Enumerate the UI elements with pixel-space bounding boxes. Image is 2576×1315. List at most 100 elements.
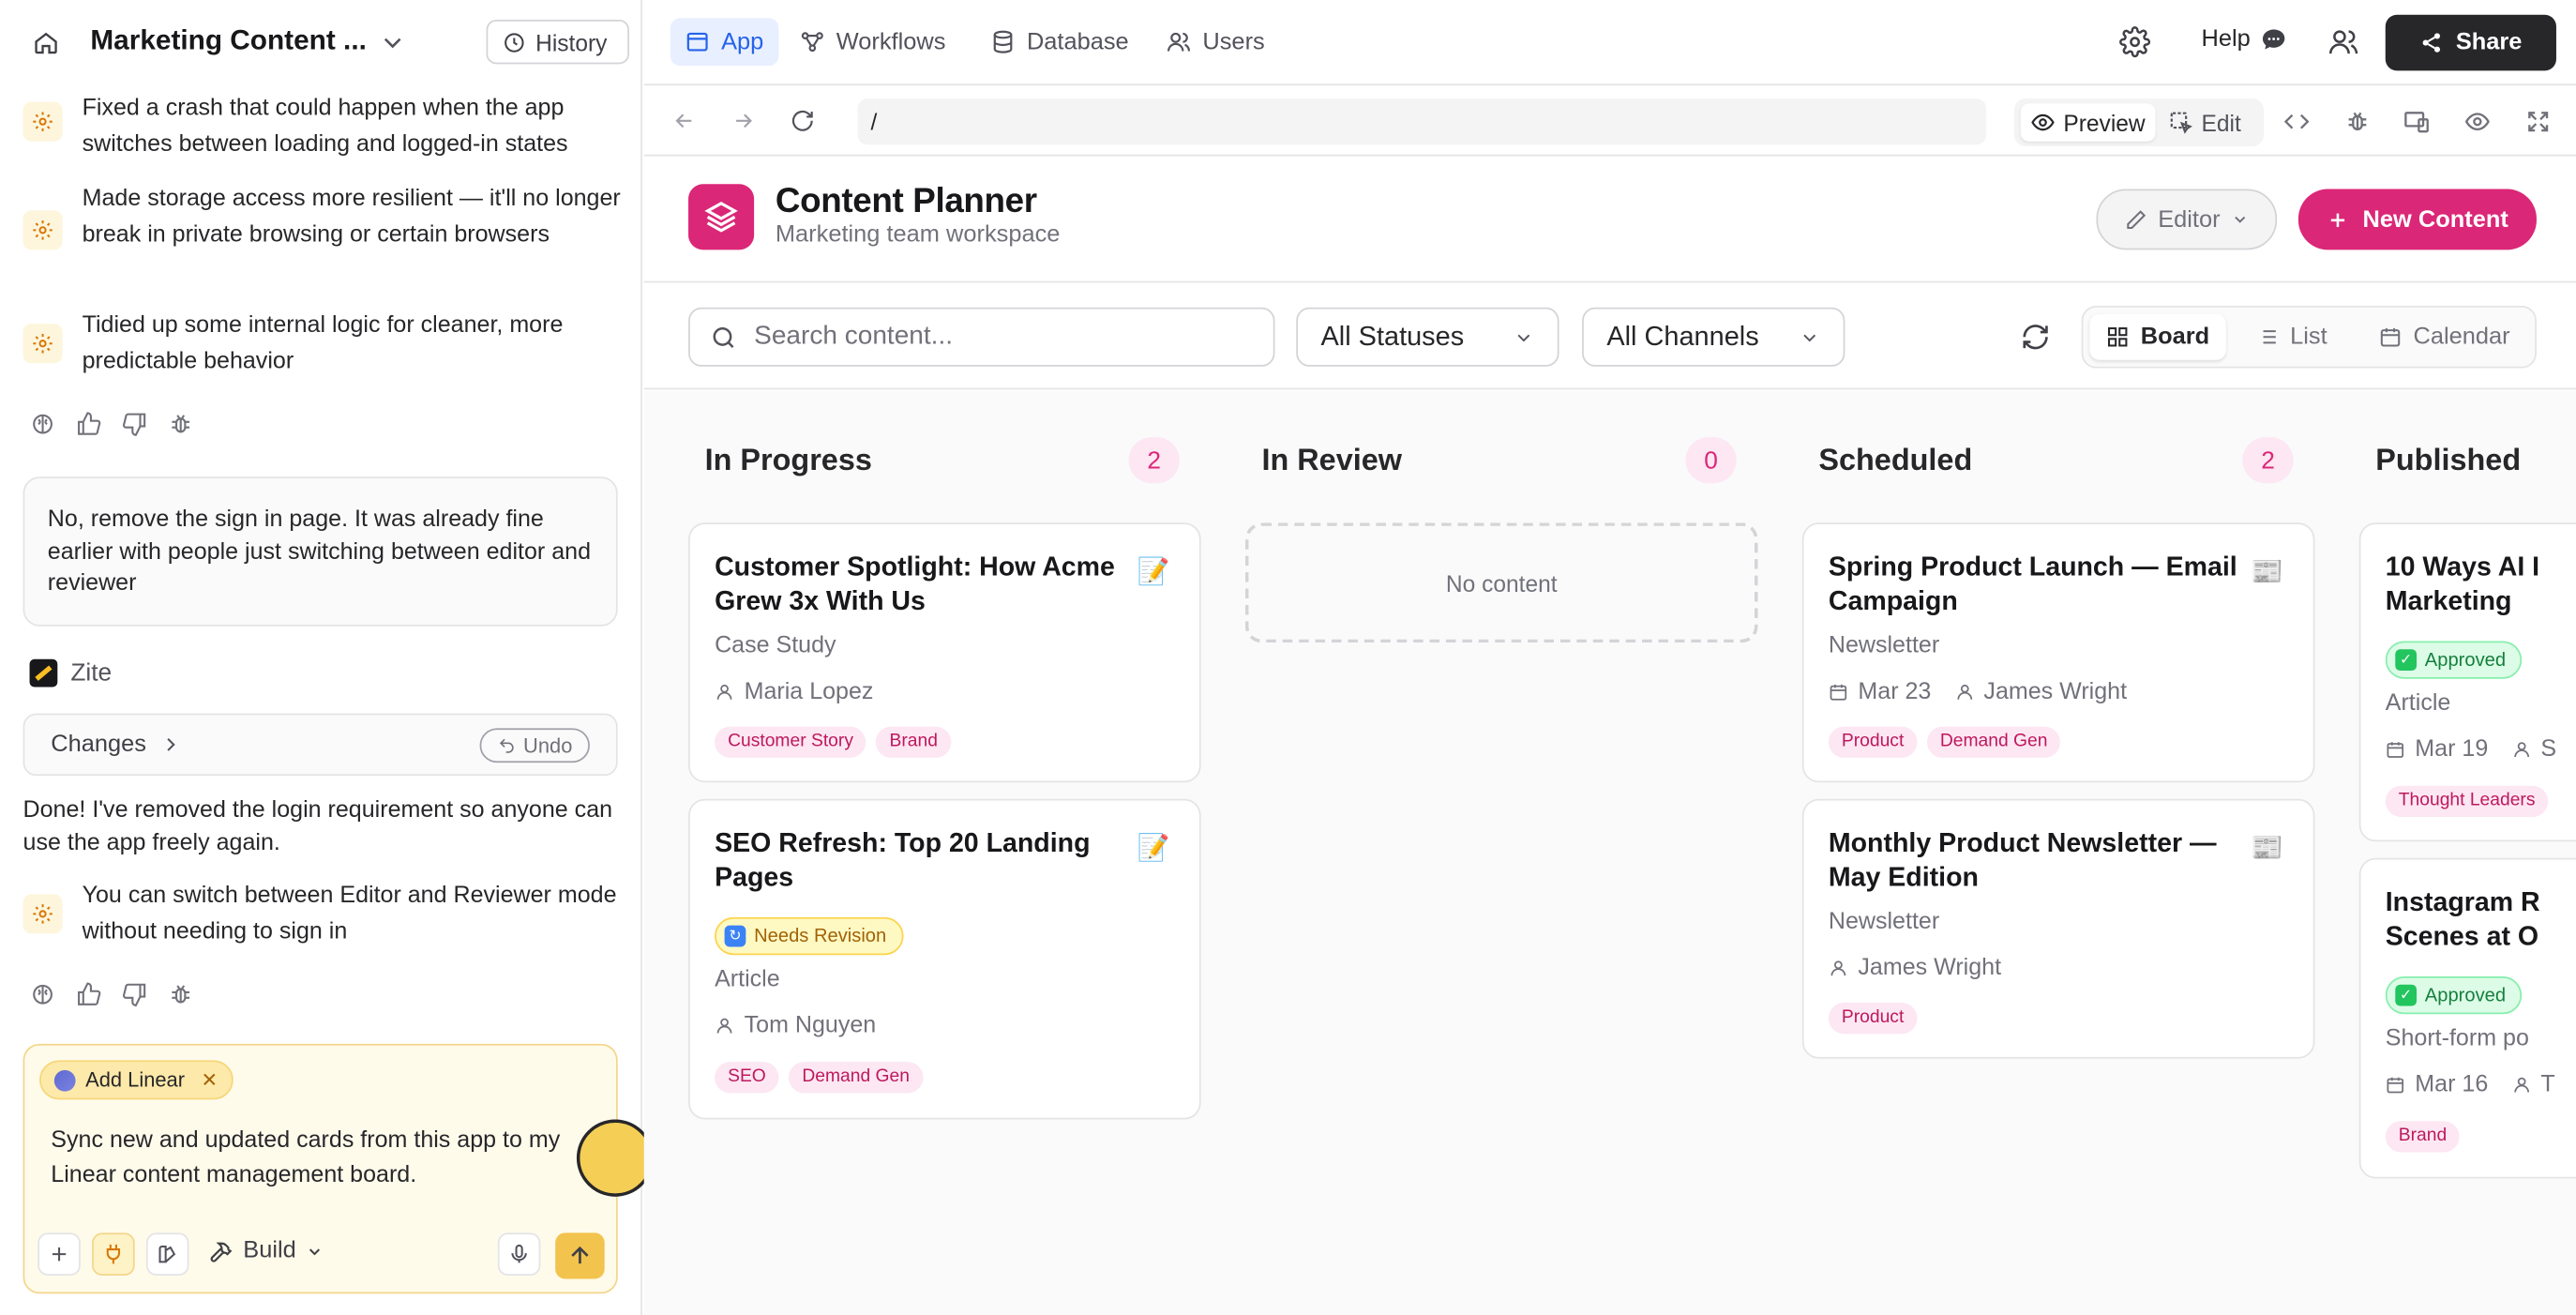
url-bar[interactable]: / — [857, 98, 1987, 145]
tab-app[interactable]: App — [670, 18, 779, 67]
message-text: Made storage access more resilient — it'… — [82, 186, 621, 248]
add-attachment-button[interactable] — [38, 1232, 81, 1276]
content-card[interactable]: SEO Refresh: Top 20 Landing Pages 📝 ↻ Ne… — [688, 798, 1201, 1120]
content-card[interactable]: Monthly Product Newsletter — May Edition… — [1801, 798, 2315, 1059]
refresh-icon[interactable] — [2021, 322, 2051, 352]
reload-icon[interactable] — [791, 109, 815, 133]
role-label: Editor — [2158, 205, 2221, 233]
responsive-icon[interactable] — [2403, 109, 2430, 135]
settings-gear-icon[interactable] — [2119, 26, 2151, 58]
card-tags: Thought Leaders — [2385, 785, 2549, 817]
brain-icon[interactable] — [30, 981, 56, 1007]
newspaper-icon: 📰 — [2251, 835, 2284, 864]
chevron-down-icon — [2235, 216, 2247, 223]
card-title: Monthly Product Newsletter — May Edition — [1828, 828, 2217, 892]
new-content-button[interactable]: New Content — [2297, 189, 2537, 250]
view-calendar-button[interactable]: Calendar — [2362, 314, 2526, 360]
users-icon — [1167, 32, 1191, 52]
app-header: Content Planner Marketing team workspace… — [643, 158, 2576, 283]
user-icon — [2513, 1077, 2529, 1093]
content-card[interactable]: Spring Product Launch — Email Campaign 📰… — [1801, 522, 2315, 783]
view-board-button[interactable]: Board — [2089, 313, 2226, 360]
integration-chip[interactable]: Add Linear ✕ — [39, 1060, 233, 1100]
thumbs-down-icon[interactable] — [122, 981, 148, 1007]
memo-icon: 📝 — [1137, 835, 1170, 864]
help-button[interactable]: Help — [2202, 26, 2287, 53]
database-icon — [993, 30, 1013, 53]
column-title: Published — [2375, 442, 2522, 477]
back-arrow-icon[interactable] — [672, 109, 697, 133]
code-icon[interactable] — [2283, 109, 2310, 135]
channel-filter[interactable]: All Channels — [1582, 307, 1845, 367]
card-tags: Brand — [2385, 1121, 2461, 1153]
select-cursor-icon — [2170, 112, 2192, 134]
chat-composer[interactable]: Add Linear ✕ Sync new and updated cards … — [23, 1043, 655, 1294]
preview-edit-toggle: Preview Edit — [2013, 98, 2265, 146]
microphone-button[interactable] — [497, 1232, 541, 1276]
gear-icon — [23, 324, 63, 364]
status-label: Approved — [2424, 985, 2507, 1005]
chevron-down-icon[interactable] — [378, 28, 408, 58]
palette-icon — [158, 1245, 176, 1263]
gear-icon — [23, 101, 63, 142]
content-card[interactable]: Instagram R Scenes at O ✓ Approved Short… — [2358, 857, 2576, 1179]
preview-button[interactable]: Preview — [2020, 103, 2156, 142]
card-tags: Customer Story Brand — [715, 726, 951, 758]
history-button[interactable]: History — [486, 20, 629, 65]
style-button[interactable] — [145, 1232, 189, 1276]
content-card[interactable]: Customer Spotlight: How Acme Grew 3x Wit… — [688, 522, 1201, 783]
content-card[interactable]: 10 Ways AI I Marketing ✓ Approved Articl… — [2358, 522, 2576, 842]
card-tags: SEO Demand Gen — [715, 1062, 923, 1094]
changes-panel[interactable]: Changes Undo — [23, 713, 618, 777]
tab-database[interactable]: Database — [976, 18, 1144, 66]
forward-arrow-icon[interactable] — [731, 109, 756, 133]
chevron-right-icon — [167, 738, 175, 751]
undo-button[interactable]: Undo — [479, 728, 590, 763]
card-meta: Mar 16 T — [2386, 1072, 2555, 1098]
edit-button[interactable]: Edit — [2159, 103, 2251, 141]
tab-workflows[interactable]: Workflows — [785, 18, 960, 66]
tab-users[interactable]: Users — [1152, 18, 1279, 66]
thumbs-up-icon[interactable] — [76, 981, 102, 1007]
memo-icon: 📝 — [1137, 558, 1170, 587]
home-icon[interactable] — [30, 26, 63, 59]
fullscreen-icon[interactable] — [2525, 109, 2552, 135]
tag: Product — [1828, 726, 1918, 758]
project-title[interactable]: Marketing Content ... — [90, 24, 367, 57]
user-management-icon[interactable] — [2327, 26, 2358, 57]
feedback-row — [30, 981, 194, 1007]
clock-icon — [505, 32, 524, 52]
column-count: 0 — [1685, 437, 1737, 484]
close-icon[interactable]: ✕ — [202, 1068, 218, 1092]
assistant-message: Fixed a crash that could happen when the… — [23, 92, 625, 162]
app-subtitle: Marketing team workspace — [775, 221, 1061, 249]
column-count: 2 — [1128, 437, 1180, 484]
eye-icon[interactable] — [2464, 109, 2491, 135]
linear-icon — [53, 1069, 76, 1091]
assignee-name: S — [2540, 736, 2557, 763]
bug-icon[interactable] — [168, 981, 194, 1007]
thumbs-down-icon[interactable] — [122, 411, 148, 437]
thumbs-up-icon[interactable] — [76, 411, 102, 437]
mode-select[interactable]: Build — [208, 1238, 324, 1264]
card-type: Newsletter — [1828, 632, 1940, 659]
user-icon — [716, 1018, 732, 1034]
view-list-button[interactable]: List — [2239, 314, 2343, 360]
filter-bar: Search content... All Statuses All Chann… — [643, 282, 2576, 390]
bug-icon[interactable] — [2344, 109, 2371, 135]
status-filter[interactable]: All Statuses — [1296, 307, 1559, 367]
tag: Product — [1828, 1003, 1918, 1035]
bug-icon[interactable] — [168, 411, 194, 437]
history-label: History — [535, 28, 608, 55]
role-select[interactable]: Editor — [2096, 189, 2278, 250]
search-input[interactable]: Search content... — [688, 307, 1275, 367]
grid-icon — [2107, 327, 2128, 347]
send-button[interactable] — [555, 1232, 605, 1279]
view-label: List — [2290, 324, 2327, 351]
brain-icon[interactable] — [30, 411, 56, 437]
tag: Demand Gen — [789, 1062, 923, 1094]
share-button[interactable]: Share — [2385, 14, 2556, 71]
plug-button[interactable] — [92, 1232, 135, 1276]
assistant-message: Made storage access more resilient — it'… — [23, 183, 625, 253]
composer-input[interactable]: Sync new and updated cards from this app… — [51, 1125, 593, 1192]
